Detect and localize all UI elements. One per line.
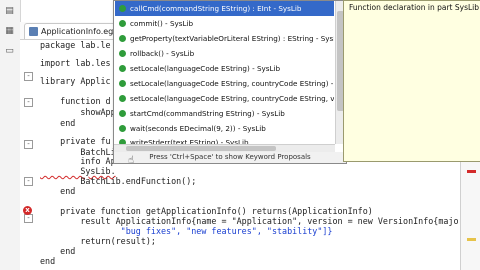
function-icon [119, 5, 126, 12]
scroll-thumb[interactable] [126, 146, 276, 151]
fold-toggle-icon[interactable]: - [24, 214, 33, 223]
outline-icon[interactable]: ▦ [4, 26, 15, 37]
content-assist-popup[interactable]: callCmd(commandString EString) : EInt - … [113, 0, 347, 154]
assist-item[interactable]: startCmd(commandString EString) - SysLib [115, 106, 334, 121]
assist-item[interactable]: setLocale(languageCode EString, countryC… [115, 91, 334, 106]
assist-item[interactable]: setLocale(languageCode EString, countryC… [115, 76, 334, 91]
fold-toggle-icon[interactable]: - [24, 177, 33, 186]
function-icon [119, 35, 126, 42]
code-line: function d [40, 96, 111, 107]
assist-item[interactable]: getProperty(textVariableOrLiteral EStrin… [115, 31, 334, 46]
code-line: showApp [40, 107, 116, 118]
function-icon [119, 125, 126, 132]
egl-file-icon [29, 27, 38, 36]
function-icon [119, 80, 126, 87]
package-explorer-icon[interactable]: ▤ [4, 6, 15, 17]
error-marker-icon[interactable]: x [23, 206, 32, 215]
assist-item[interactable]: wait(seconds EDecimal(9, 2)) - SysLib [115, 121, 334, 136]
fold-toggle-icon[interactable]: - [24, 98, 33, 107]
function-icon [119, 20, 126, 27]
assist-hint: Press 'Ctrl+Space' to show Keyword Propo… [113, 152, 347, 164]
function-icon [119, 50, 126, 57]
code-line: private fu [40, 136, 111, 147]
fold-toggle-icon[interactable]: - [24, 140, 33, 149]
function-icon [119, 95, 126, 102]
code-line: package lab.le [40, 40, 111, 51]
error-ruler-mark[interactable] [467, 170, 476, 173]
mouse-cursor-icon: ☝ [128, 155, 138, 167]
code-line: library Applic [40, 76, 111, 87]
assist-item[interactable]: commit() - SysLib [115, 16, 334, 31]
warning-ruler-mark[interactable] [467, 238, 476, 241]
code-line: end [40, 118, 75, 129]
fold-toggle-icon[interactable]: - [24, 72, 33, 81]
documentation-popup: Function declaration in part SysLib [343, 0, 480, 162]
assist-item[interactable]: callCmd(commandString EString) : EInt - … [115, 1, 334, 16]
tab-label: ApplicationInfo.egl [41, 25, 115, 38]
code-line: end [40, 256, 55, 267]
assist-item[interactable]: rollback() - SysLib [115, 46, 334, 61]
assist-item[interactable]: setLocale(languageCode EString) - SysLib [115, 61, 334, 76]
tab-applicationinfo[interactable]: ApplicationInfo.egl × [24, 23, 122, 39]
code-line: end [40, 186, 75, 197]
left-gutter: ▤ ▦ ▭ [0, 0, 21, 270]
minimize-icon[interactable]: ▭ [4, 46, 15, 57]
code-line: import lab.les [40, 58, 111, 69]
function-icon [119, 65, 126, 72]
doc-text: Function declaration in part SysLib [349, 2, 479, 13]
function-icon [119, 110, 126, 117]
